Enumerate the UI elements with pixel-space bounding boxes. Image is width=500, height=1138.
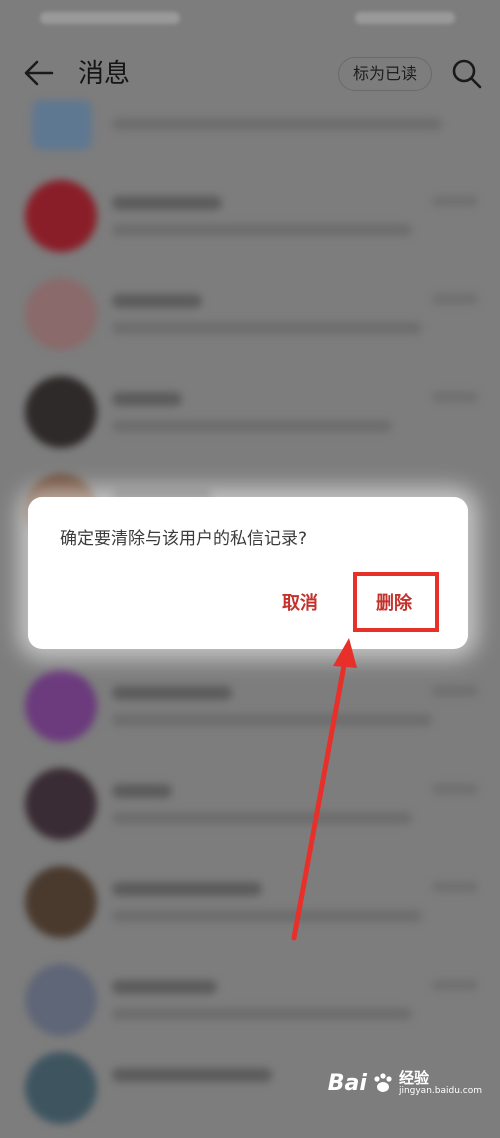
baidu-jingyan-watermark: Bai 经验 jingyan.baidu.com xyxy=(328,1063,482,1103)
avatar xyxy=(25,670,97,742)
cancel-button[interactable]: 取消 xyxy=(268,589,332,619)
annotation-highlight-box xyxy=(353,572,439,632)
avatar xyxy=(25,180,97,252)
list-item-time xyxy=(432,392,478,402)
list-item-time xyxy=(432,686,478,696)
list-item-name xyxy=(112,980,217,994)
list-item-preview xyxy=(112,224,412,236)
watermark-url: jingyan.baidu.com xyxy=(398,1086,482,1096)
list-item-preview xyxy=(112,118,442,130)
list-item-preview xyxy=(112,910,422,922)
status-bar-left xyxy=(40,12,180,24)
avatar xyxy=(25,1052,97,1124)
avatar xyxy=(25,866,97,938)
list-item[interactable] xyxy=(0,364,500,462)
list-item-preview xyxy=(112,322,422,334)
status-bar-right xyxy=(355,12,455,24)
list-item-preview xyxy=(112,812,412,824)
status-bar xyxy=(0,0,500,40)
list-item-preview xyxy=(112,714,432,726)
avatar xyxy=(25,278,97,350)
list-item-name xyxy=(112,1068,272,1082)
list-item-name xyxy=(112,196,222,210)
list-item[interactable] xyxy=(0,658,500,756)
dialog-message: 确定要清除与该用户的私信记录? xyxy=(60,529,308,549)
list-item[interactable] xyxy=(0,854,500,952)
avatar xyxy=(25,768,97,840)
avatar xyxy=(32,100,92,150)
list-item-name xyxy=(112,686,232,700)
watermark-brand: Bai xyxy=(327,1070,367,1096)
list-item-name xyxy=(112,784,172,798)
paw-icon xyxy=(374,1073,392,1092)
list-item-name xyxy=(112,294,202,308)
avatar xyxy=(25,964,97,1036)
list-item-time xyxy=(432,980,478,990)
list-item-preview xyxy=(112,1008,412,1020)
list-item[interactable] xyxy=(0,80,500,178)
list-item[interactable] xyxy=(0,266,500,364)
avatar xyxy=(25,376,97,448)
list-item[interactable] xyxy=(0,952,500,1050)
list-item-time xyxy=(432,294,478,304)
watermark-name: 经验 xyxy=(398,1069,429,1087)
list-item[interactable] xyxy=(0,168,500,266)
list-item-preview xyxy=(112,420,392,432)
list-item-time xyxy=(432,882,478,892)
list-item-name xyxy=(112,392,182,406)
list-item-time xyxy=(432,196,478,206)
list-item-name xyxy=(112,882,262,896)
list-item-time xyxy=(432,784,478,794)
list-item[interactable] xyxy=(0,756,500,854)
